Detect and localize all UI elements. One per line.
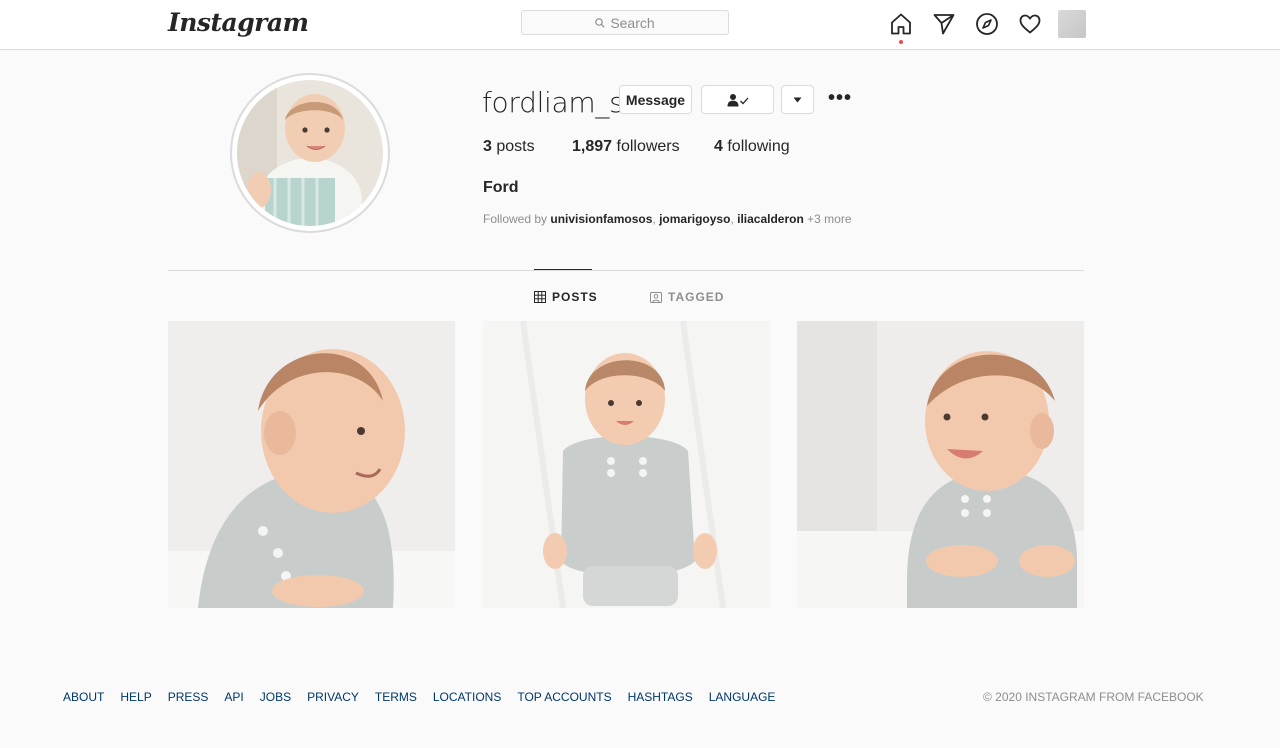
more-options-icon[interactable]: ••• — [828, 88, 852, 108]
explore-icon[interactable] — [975, 12, 999, 36]
caret-down-icon — [793, 97, 802, 102]
followers-count-value: 1,897 — [572, 138, 613, 155]
tab-tagged[interactable]: TAGGED — [650, 290, 724, 304]
following-button[interactable] — [701, 85, 774, 114]
following-count[interactable]: 4 following — [714, 138, 790, 156]
footer-link-language[interactable]: LANGUAGE — [709, 690, 776, 704]
post-thumbnail[interactable] — [483, 321, 770, 608]
post-thumbnail[interactable] — [168, 321, 455, 608]
footer-link-jobs[interactable]: JOBS — [260, 690, 291, 704]
followers-count[interactable]: 1,897 followers — [572, 138, 680, 156]
copyright-text: © 2020 INSTAGRAM FROM FACEBOOK — [983, 690, 1204, 704]
tab-posts-label: POSTS — [552, 290, 598, 304]
footer-link-terms[interactable]: TERMS — [375, 690, 417, 704]
profile-username: fordliam_s — [482, 86, 624, 119]
footer-links: ABOUT HELP PRESS API JOBS PRIVACY TERMS … — [63, 690, 791, 704]
followed-by-more[interactable]: +3 more — [807, 212, 851, 226]
posts-count-value: 3 — [483, 138, 492, 155]
posts-count: 3 posts — [483, 138, 535, 156]
followed-by-user[interactable]: jomarigoyso — [659, 212, 730, 226]
active-tab-indicator — [534, 269, 592, 270]
user-check-icon — [727, 93, 748, 106]
profile-full-name: Ford — [483, 179, 519, 196]
notification-dot — [899, 40, 903, 44]
footer-link-help[interactable]: HELP — [120, 690, 151, 704]
message-button[interactable]: Message — [619, 85, 692, 114]
posts-count-label: posts — [496, 138, 535, 155]
followed-by-prefix: Followed by — [483, 212, 548, 226]
home-icon[interactable] — [889, 12, 913, 36]
followed-by-user[interactable]: univisionfamosos — [550, 212, 652, 226]
following-count-value: 4 — [714, 138, 723, 155]
footer-link-privacy[interactable]: PRIVACY — [307, 690, 359, 704]
tagged-user-icon — [650, 292, 662, 303]
search-icon — [595, 17, 605, 28]
instagram-logo[interactable]: Instagram — [168, 8, 309, 37]
footer-link-top-accounts[interactable]: TOP ACCOUNTS — [517, 690, 611, 704]
footer-link-press[interactable]: PRESS — [168, 690, 209, 704]
followed-by-line[interactable]: Followed by univisionfamosos, jomarigoys… — [483, 212, 852, 226]
activity-heart-icon[interactable] — [1018, 12, 1042, 36]
user-avatar[interactable] — [1058, 10, 1086, 38]
footer-link-api[interactable]: API — [224, 690, 243, 704]
message-button-label: Message — [625, 91, 686, 108]
profile-picture[interactable] — [237, 80, 383, 226]
top-navigation-bar: Instagram Search — [0, 0, 1280, 50]
footer-link-about[interactable]: ABOUT — [63, 690, 104, 704]
footer-link-hashtags[interactable]: HASHTAGS — [628, 690, 693, 704]
following-count-label: following — [727, 138, 790, 155]
search-input[interactable]: Search — [521, 10, 729, 35]
post-thumbnail[interactable] — [797, 321, 1084, 608]
tabs-divider — [168, 270, 1084, 271]
grid-icon — [534, 291, 546, 303]
followed-by-user[interactable]: iliacalderon — [737, 212, 804, 226]
direct-icon[interactable] — [932, 12, 956, 36]
followers-count-label: followers — [616, 138, 680, 155]
suggested-dropdown-button[interactable] — [781, 85, 814, 114]
tab-posts[interactable]: POSTS — [534, 290, 598, 304]
footer-link-locations[interactable]: LOCATIONS — [433, 690, 501, 704]
search-placeholder: Search — [610, 14, 655, 31]
tab-tagged-label: TAGGED — [668, 290, 725, 304]
